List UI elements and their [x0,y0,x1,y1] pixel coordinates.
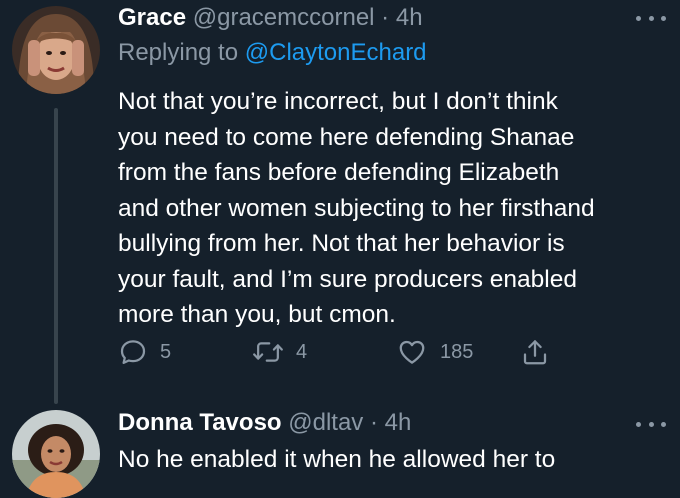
tweet-header: Grace @gracemccornel · 4h [118,3,423,33]
share-button[interactable] [520,334,550,370]
like-button[interactable]: 185 [396,334,473,370]
author-handle[interactable]: @gracemccornel [193,4,375,31]
header-separator: · [381,4,390,31]
tweet-action-bar: 5 4 185 [118,334,578,370]
reply-icon [120,340,146,364]
tweet-text: No he enabled it when he allowed her to [118,442,666,478]
share-icon [523,340,547,365]
reply-count: 5 [160,340,172,363]
tweet-donna[interactable]: Donna Tavoso @dltav · 4h No he enabled i… [0,400,680,498]
tweet-text-line: your fault, and I’m sure producers enabl… [118,265,577,293]
avatar-grace[interactable] [12,6,100,94]
tweet-header: Donna Tavoso @dltav · 4h [118,408,411,438]
more-horizontal-icon [661,421,666,427]
reply-mention-link[interactable]: @ClaytonEchard [245,39,427,66]
tweet-grace[interactable]: Grace @gracemccornel · 4h Replying to @C… [0,0,680,404]
tweet-text-line: Not that you’re incorrect, but I don’t t… [118,88,558,115]
more-options-button[interactable] [636,8,666,28]
more-horizontal-icon [636,15,641,21]
more-horizontal-icon [648,15,654,21]
retweet-count: 4 [296,340,308,363]
avatar-donna-image [12,410,100,498]
retweet-icon [253,342,283,362]
like-count: 185 [440,340,474,363]
tweet-text-line: you need to come here defending Shanae [118,123,575,151]
replying-to-label: Replying to [118,39,239,66]
header-separator: · [369,409,378,436]
avatar-donna[interactable] [12,410,100,498]
retweet-button[interactable]: 4 [252,334,307,370]
tweet-timestamp[interactable]: 4h [396,4,423,31]
author-name[interactable]: Donna Tavoso [118,409,282,436]
thread-connector-line [54,108,58,404]
more-horizontal-icon [636,421,641,427]
reply-button[interactable]: 5 [118,334,171,370]
author-name[interactable]: Grace [118,4,186,31]
tweet-text: Not that you’re incorrect, but I don’t t… [118,84,666,333]
more-horizontal-icon [661,15,666,21]
tweet-text-line: more than you, but cmon. [118,301,396,328]
heart-icon [399,340,425,364]
tweet-text-line: and other women subjecting to her firsth… [118,194,595,222]
author-handle[interactable]: @dltav [288,409,363,436]
tweet-text-line: bullying from her. Not that her behavior… [118,230,565,257]
tweet-text-line: No he enabled it when he allowed her to [118,446,556,473]
more-horizontal-icon [648,421,654,427]
more-options-button[interactable] [636,414,666,434]
replying-to-line: Replying to @ClaytonEchard [118,38,427,68]
avatar-grace-image [12,6,100,94]
tweet-text-line: from the fans before defending Elizabeth [118,159,560,186]
tweet-timestamp[interactable]: 4h [385,409,412,436]
